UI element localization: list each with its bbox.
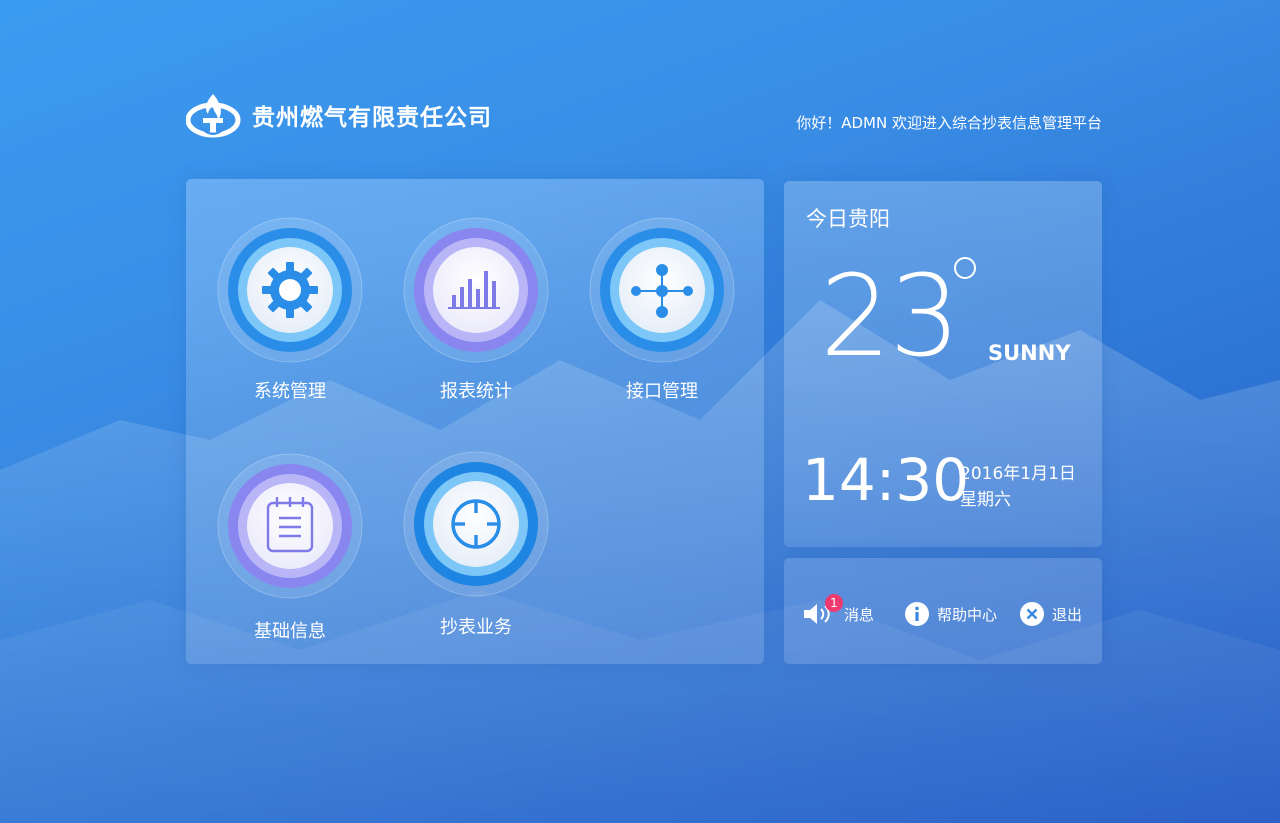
message-count-badge: 1 [825, 594, 843, 612]
degree-icon [954, 257, 976, 279]
flame-logo-icon [186, 94, 241, 138]
welcome-text: 你好！ADMN 欢迎进入综合抄表信息管理平台 [796, 114, 1102, 132]
weather-city: 今日贵阳 [806, 207, 890, 231]
info-icon [905, 602, 929, 626]
temperature-value: 23 [820, 252, 961, 382]
network-icon [589, 217, 735, 363]
menu-label: 基础信息 [254, 621, 326, 642]
weather-condition: SUNNY [988, 341, 1071, 365]
menu-label: 报表统计 [440, 381, 512, 402]
menu-item-system-management[interactable]: 系统管理 [215, 217, 365, 417]
logout-button[interactable]: 退出 [1020, 602, 1082, 626]
menu-item-report-statistics[interactable]: 报表统计 [401, 217, 551, 417]
company-name: 贵州燃气有限责任公司 [252, 105, 492, 131]
menu-label: 系统管理 [254, 381, 326, 402]
menu-panel: 系统管理 报表统计 接口管理 基础信息 抄表业务 [186, 179, 764, 664]
bar-chart-icon [403, 217, 549, 363]
action-panel: 1 消息 帮助中心 退出 [784, 558, 1102, 664]
crosshair-icon [403, 451, 549, 597]
menu-label: 抄表业务 [440, 617, 512, 638]
speaker-icon-wrap: 1 [802, 594, 843, 626]
help-center-button[interactable]: 帮助中心 [905, 602, 997, 626]
clock-time: 14:30 [802, 446, 970, 514]
gear-icon [217, 217, 363, 363]
clock-date: 2016年1月1日 [960, 464, 1076, 484]
close-icon [1020, 602, 1044, 626]
help-label: 帮助中心 [937, 605, 998, 624]
company-logo[interactable]: 贵州燃气有限责任公司 [186, 92, 492, 138]
logout-label: 退出 [1052, 605, 1083, 624]
messages-button[interactable]: 1 消息 [802, 594, 875, 626]
clock-weekday: 星期六 [960, 490, 1011, 510]
menu-item-basic-info[interactable]: 基础信息 [215, 453, 365, 653]
header: 贵州燃气有限责任公司 你好！ADMN 欢迎进入综合抄表信息管理平台 [186, 92, 1102, 140]
menu-item-meter-reading[interactable]: 抄表业务 [401, 451, 551, 651]
messages-label: 消息 [844, 605, 875, 624]
menu-item-interface-management[interactable]: 接口管理 [587, 217, 737, 417]
menu-label: 接口管理 [626, 381, 698, 402]
weather-panel: 今日贵阳 23 SUNNY 14:30 2016年1月1日 星期六 [784, 181, 1102, 547]
notepad-icon [217, 453, 363, 599]
